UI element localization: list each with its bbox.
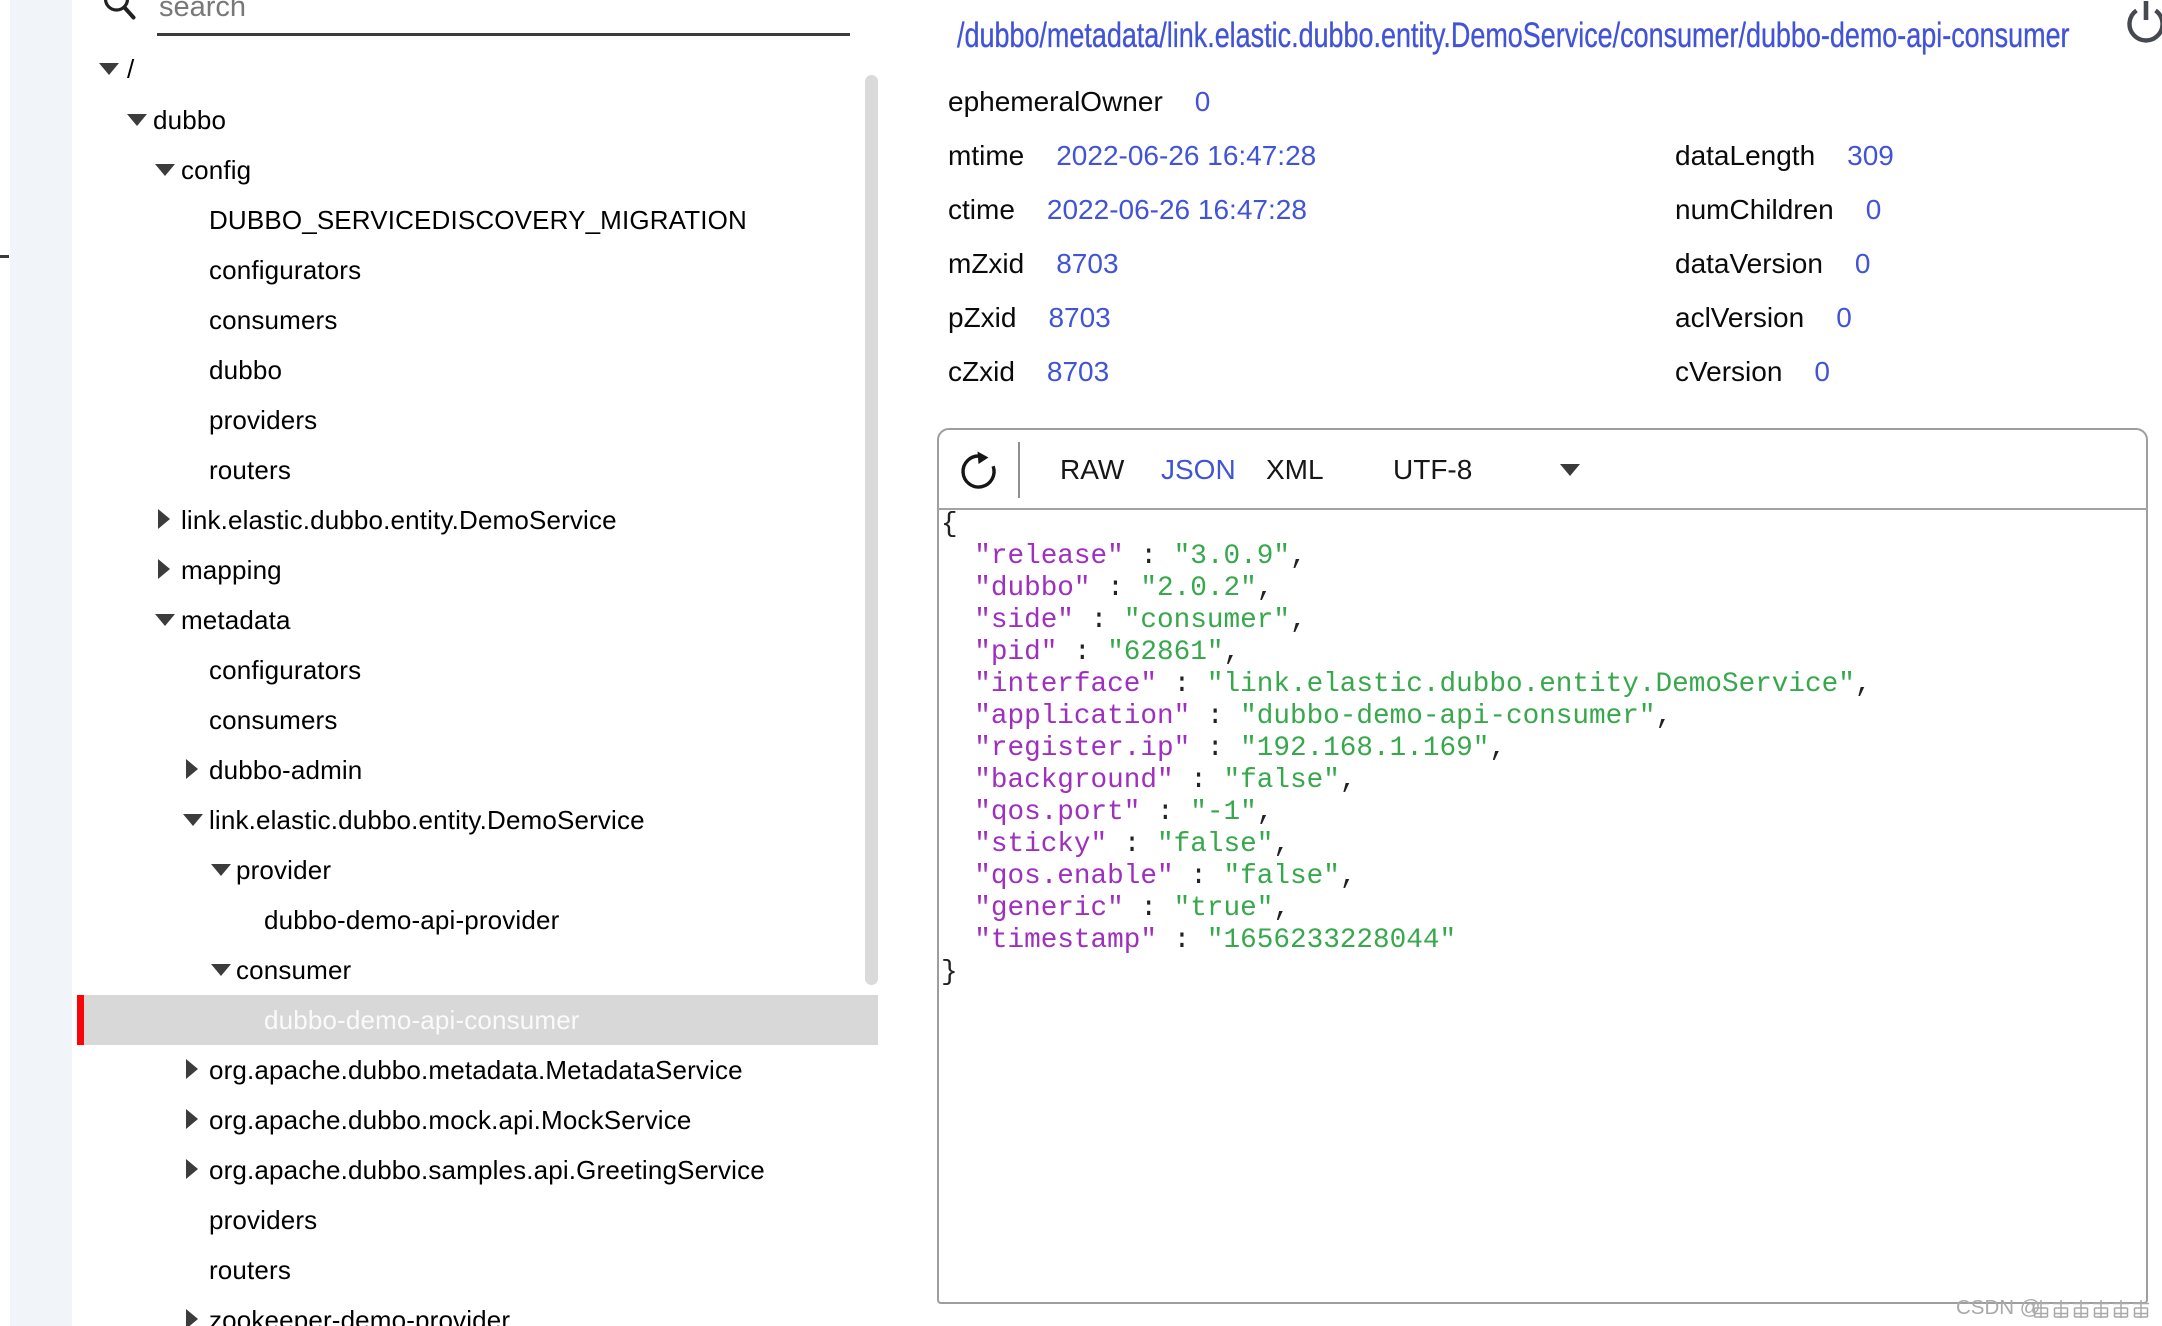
svg-text:CSDN @: CSDN @ xyxy=(1956,1296,2041,1319)
